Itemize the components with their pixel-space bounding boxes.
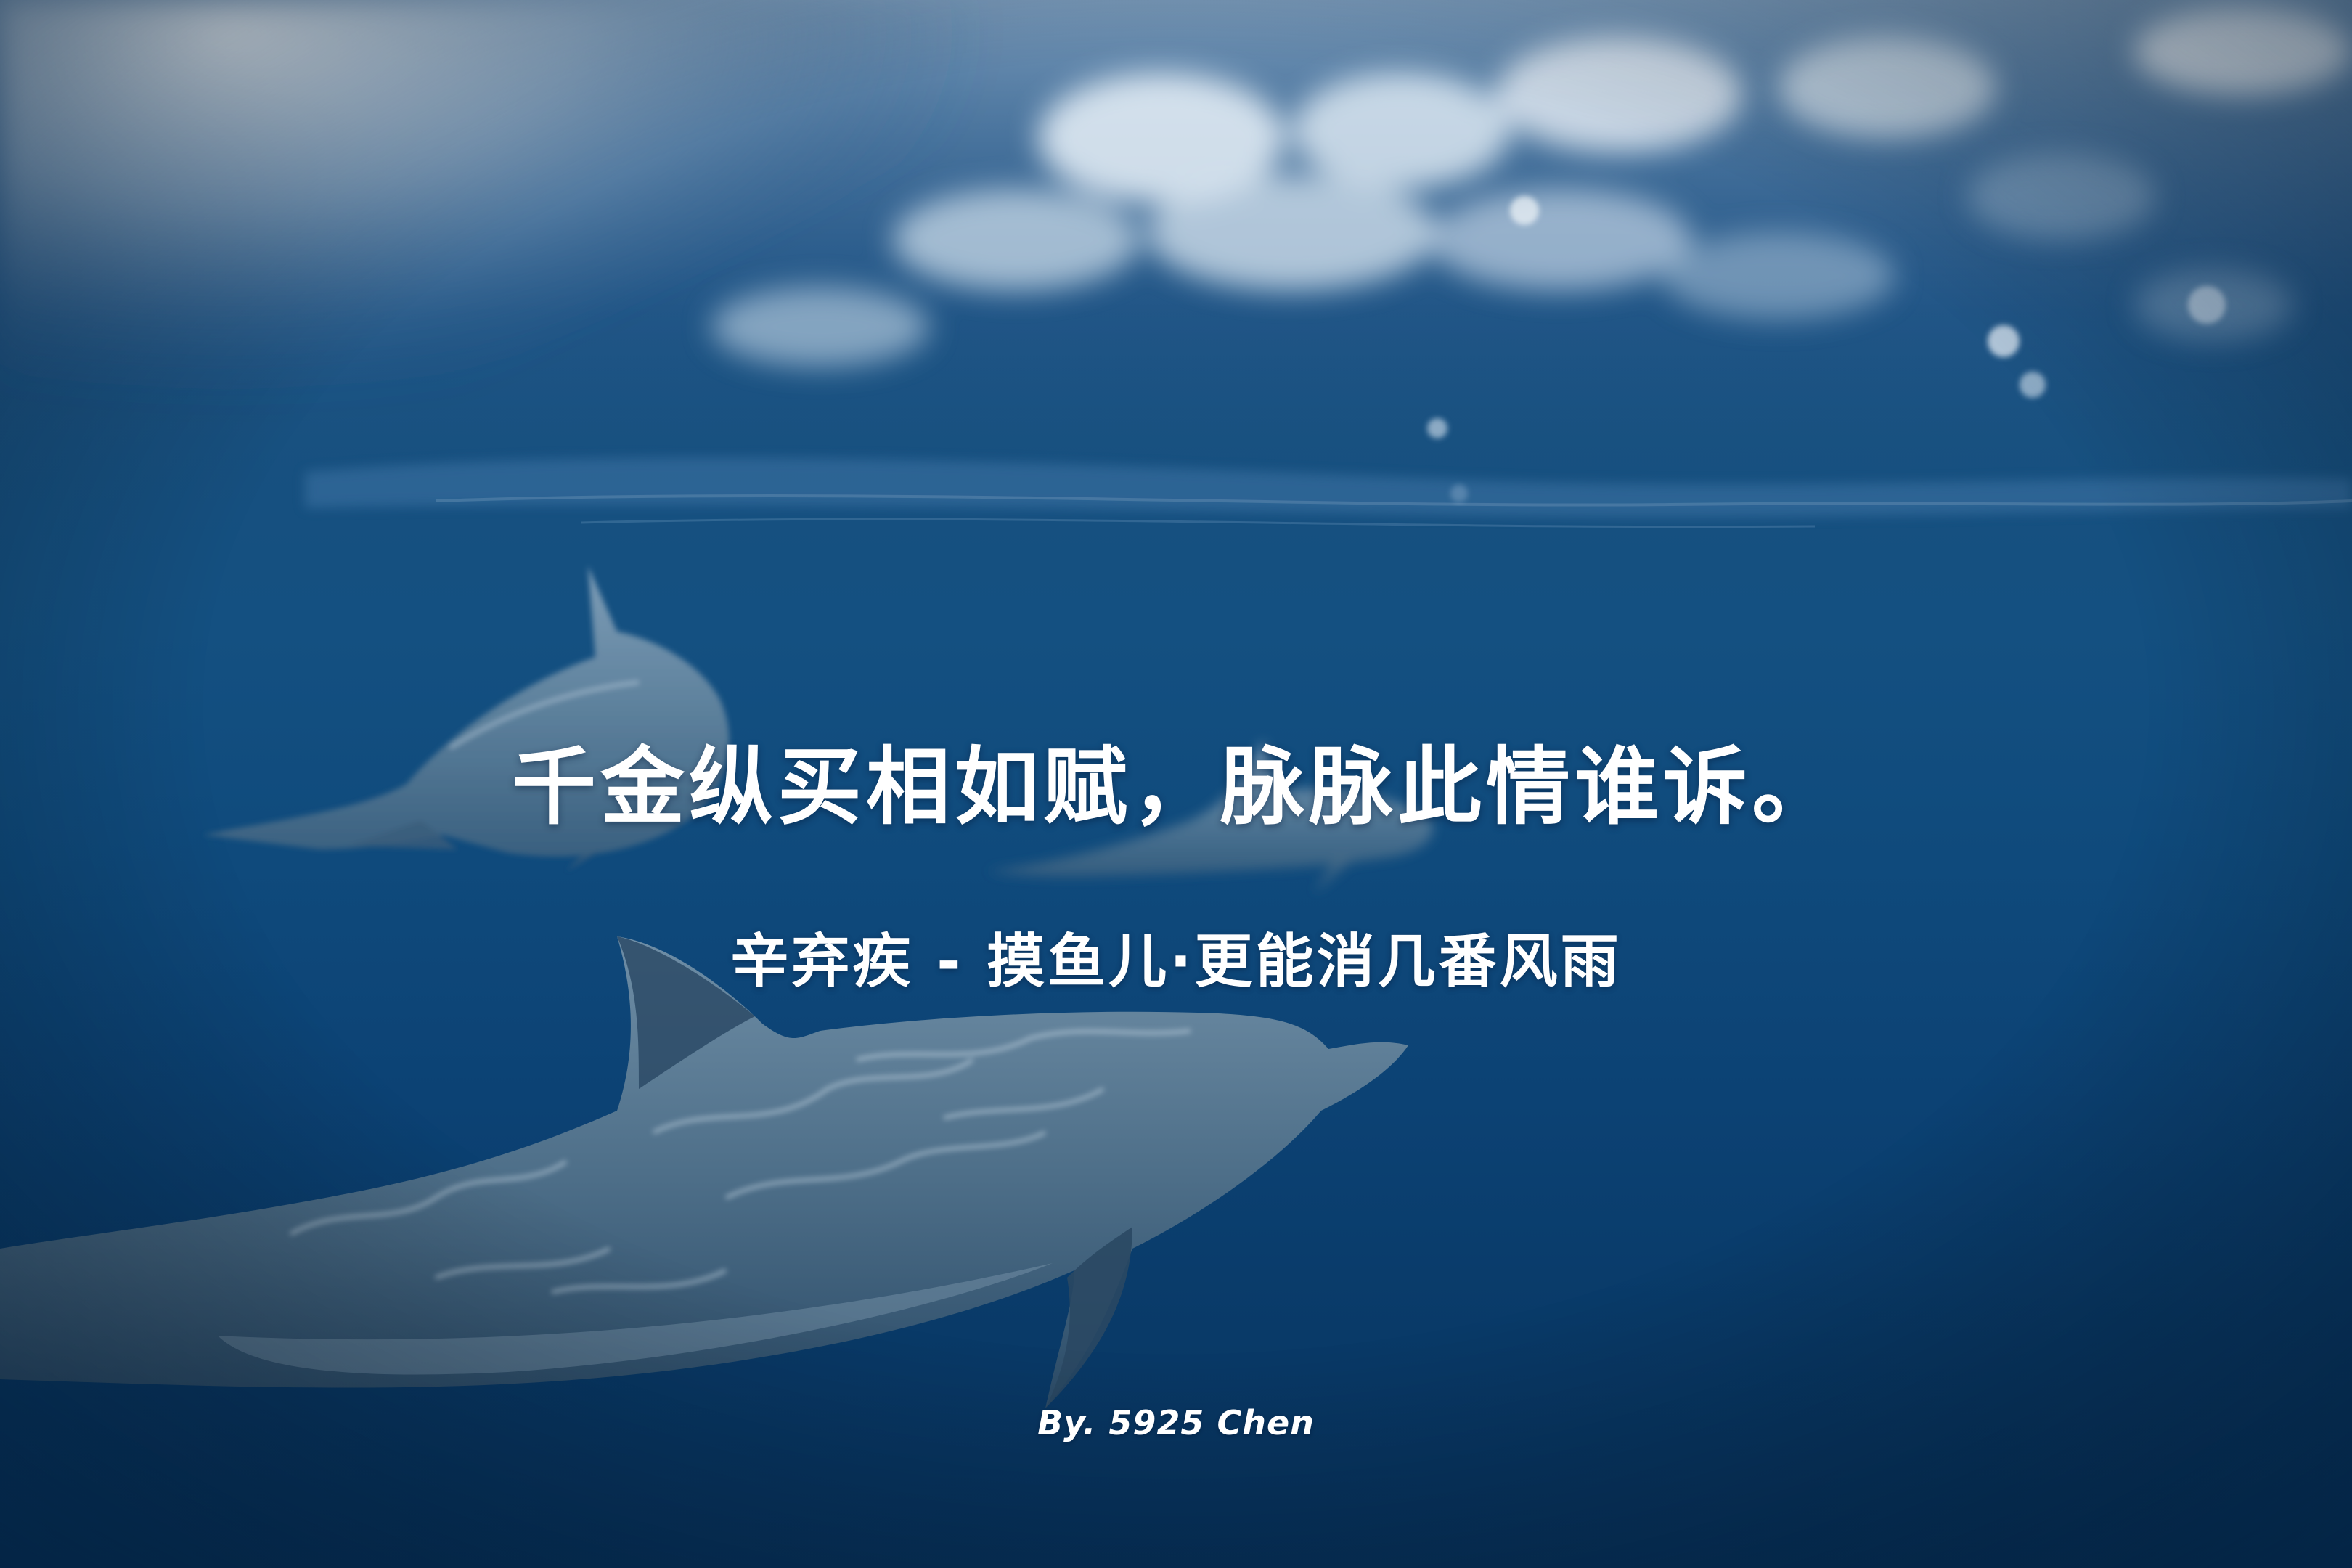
text-overlay: 千金纵买相如赋，脉脉此情谁诉。 辛弃疾 - 摸鱼儿·更能消几番风雨 By. 59… xyxy=(0,0,2352,1568)
poem-quote: 千金纵买相如赋，脉脉此情谁诉。 xyxy=(512,738,1840,836)
poster-canvas: 千金纵买相如赋，脉脉此情谁诉。 辛弃疾 - 摸鱼儿·更能消几番风雨 By. 59… xyxy=(0,0,2352,1568)
poem-source: 辛弃疾 - 摸鱼儿·更能消几番风雨 xyxy=(730,928,1622,995)
author-credit: By. 5925 Chen xyxy=(1037,1403,1315,1442)
